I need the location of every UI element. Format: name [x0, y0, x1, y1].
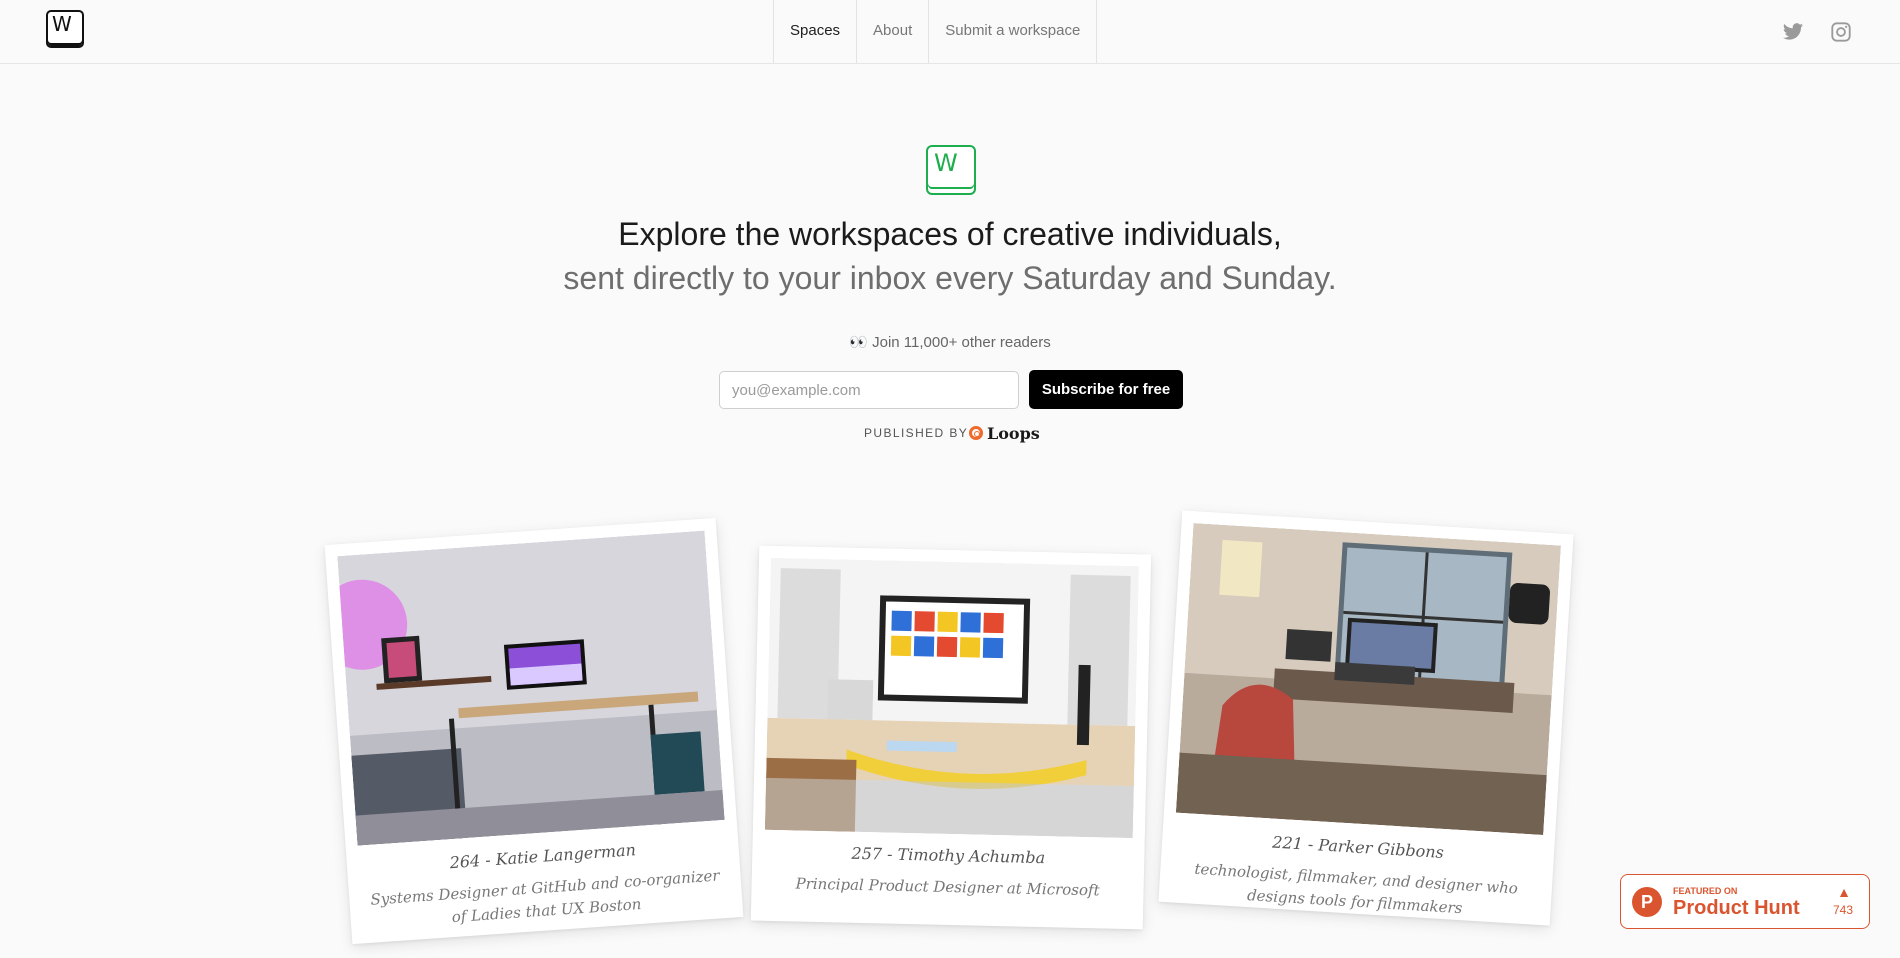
readers-count: 👀 Join 11,000+ other readers — [0, 333, 1900, 351]
nav-link-about[interactable]: About — [857, 0, 930, 63]
loops-mark-icon — [969, 426, 983, 440]
logo-letter: W — [52, 12, 72, 36]
card-description: Principal Product Designer at Microsoft — [795, 874, 1100, 900]
nav-link-spaces[interactable]: Spaces — [773, 0, 858, 63]
workspace-photo — [337, 530, 725, 846]
twitter-icon[interactable] — [1782, 21, 1804, 43]
site-logo[interactable]: W — [46, 10, 84, 48]
nav-link-submit[interactable]: Submit a workspace — [929, 0, 1098, 63]
upvote-arrow-icon: ▲ — [1837, 884, 1851, 900]
loops-logo[interactable]: Loops — [969, 422, 1040, 444]
product-hunt-featured-label: FEATURED ON — [1673, 886, 1738, 896]
hero-logo-letter: W — [934, 149, 958, 177]
product-hunt-badge[interactable]: P FEATURED ON Product Hunt ▲ 743 — [1620, 874, 1870, 929]
workspace-card[interactable]: 257 - Timothy Achumba Principal Product … — [750, 545, 1152, 930]
hero-subline: sent directly to your inbox every Saturd… — [563, 260, 1337, 296]
card-title: 257 - Timothy Achumba — [851, 843, 1046, 868]
eyes-emoji-icon: 👀 — [849, 334, 868, 351]
product-hunt-logo-icon: P — [1632, 887, 1662, 917]
hero-logo: W — [926, 145, 976, 195]
published-by-label: PUBLISHED BY — [864, 426, 969, 440]
workspace-card[interactable]: 264 - Katie Langerman Systems Designer a… — [324, 517, 744, 945]
top-nav: W Spaces About Submit a workspace — [0, 0, 1900, 64]
card-description: technologist, filmmaker, and designer wh… — [1193, 859, 1519, 918]
readers-text: Join 11,000+ other readers — [872, 334, 1051, 351]
workspace-card[interactable]: 221 - Parker Gibbons technologist, filmm… — [1158, 510, 1574, 926]
nav-links: Spaces About Submit a workspace — [773, 0, 1098, 63]
subscribe-button[interactable]: Subscribe for free — [1029, 370, 1183, 409]
workspace-photo — [764, 557, 1139, 839]
email-input[interactable] — [719, 371, 1019, 409]
card-description: Systems Designer at GitHub and co-organi… — [369, 866, 721, 927]
hero-headline: Explore the workspaces of creative indiv… — [618, 216, 1282, 252]
upvote-count: 743 — [1832, 903, 1853, 917]
product-hunt-brand: Product Hunt — [1673, 897, 1800, 919]
workspace-photo — [1175, 523, 1561, 836]
loops-name: Loops — [987, 423, 1040, 443]
instagram-icon[interactable] — [1830, 21, 1852, 43]
